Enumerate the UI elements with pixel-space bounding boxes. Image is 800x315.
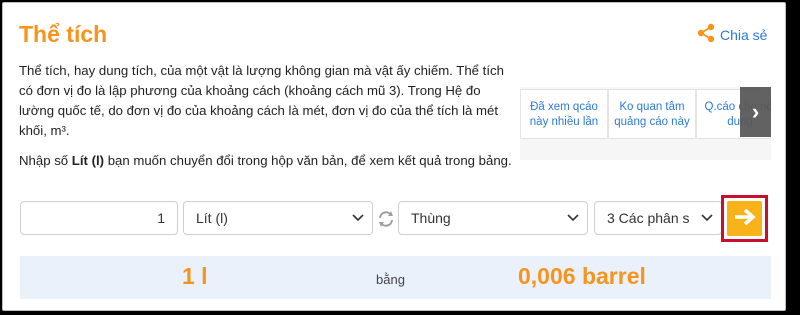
share-button[interactable]: Chia sẻ <box>697 23 767 46</box>
from-unit-select[interactable]: Lít (l) <box>183 201 373 235</box>
ad-next-button[interactable]: › <box>740 87 771 137</box>
chevron-down-icon <box>352 211 364 225</box>
hint-suffix: bạn muốn chuyển đổi trong hộp văn bản, đ… <box>104 153 512 168</box>
chevron-down-icon <box>567 211 579 225</box>
ad-feedback-panel: Đã xem qcáo này nhiều lần Ko quan tâm qu… <box>520 87 771 160</box>
chevron-right-icon: › <box>751 99 760 124</box>
chevron-down-icon <box>701 211 713 225</box>
page-title: Thể tích <box>19 21 108 47</box>
swap-icon[interactable] <box>376 209 394 227</box>
instruction-text: Nhập số Lít (l) bạn muốn chuyển đổi tron… <box>19 151 513 171</box>
share-label: Chia sẻ <box>720 26 768 43</box>
to-unit-select[interactable]: Thùng <box>398 201 588 235</box>
result-output-value: 0,006 barrel <box>518 263 646 289</box>
precision-select[interactable]: 3 Các phân s <box>594 201 722 235</box>
arrow-right-icon <box>733 203 757 234</box>
ad-feedback-seen-many[interactable]: Đã xem qcáo này nhiều lần <box>520 89 608 139</box>
value-input[interactable]: 1 <box>20 201 178 235</box>
convert-button[interactable] <box>727 201 762 236</box>
converter-card: Thể tích Chia sẻ Thể tích, hay dung tích… <box>2 2 786 311</box>
ad-feedback-not-interested[interactable]: Ko quan tâm quảng cáo này <box>608 89 696 139</box>
scrollbar-track <box>788 0 800 315</box>
result-input-value: 1 l <box>182 263 208 289</box>
convert-button-highlight <box>721 195 768 242</box>
share-icon <box>697 23 715 46</box>
description-text: Thể tích, hay dung tích, của một vật là … <box>19 63 504 138</box>
result-equals-label: bằng <box>376 272 405 287</box>
hint-unit: Lít (l) <box>71 153 105 168</box>
result-panel: 1 l bằng 0,006 barrel <box>20 256 771 299</box>
hint-prefix: Nhập số <box>19 153 72 168</box>
